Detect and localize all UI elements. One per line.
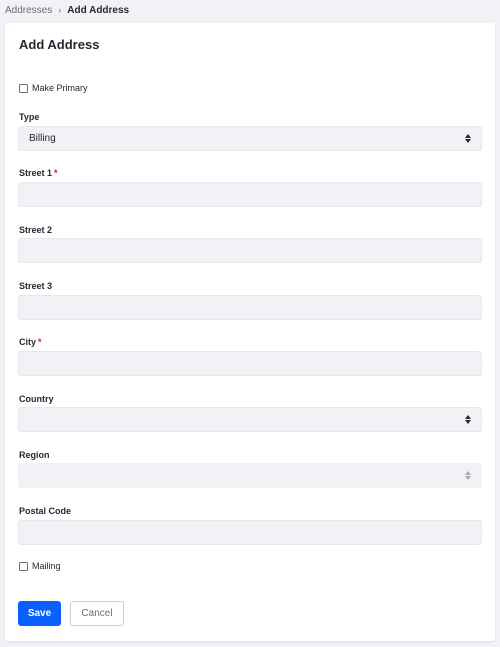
region-select[interactable] bbox=[18, 463, 482, 488]
breadcrumb: Addresses › Add Address bbox=[0, 0, 500, 20]
country-select[interactable] bbox=[18, 407, 482, 432]
select-arrows-icon bbox=[465, 415, 472, 425]
address-form-card: Add Address Make Primary Type Billing St… bbox=[5, 23, 495, 641]
postal-code-label: Postal Code bbox=[19, 506, 72, 516]
make-primary-row[interactable]: Make Primary bbox=[19, 83, 88, 93]
type-select[interactable]: Billing bbox=[18, 126, 482, 151]
street3-label: Street 3 bbox=[19, 281, 53, 291]
page-title: Add Address bbox=[19, 37, 100, 52]
region-label: Region bbox=[19, 450, 50, 460]
make-primary-checkbox[interactable] bbox=[19, 83, 28, 93]
required-asterisk: * bbox=[54, 168, 58, 178]
mailing-checkbox[interactable] bbox=[19, 561, 28, 571]
select-arrows-icon bbox=[465, 134, 472, 144]
street1-label: Street 1 * bbox=[19, 168, 58, 178]
street1-input[interactable] bbox=[18, 182, 482, 207]
street2-input[interactable] bbox=[18, 238, 482, 263]
city-input[interactable] bbox=[18, 351, 482, 376]
country-label: Country bbox=[19, 394, 54, 404]
breadcrumb-current: Add Address bbox=[67, 4, 130, 16]
breadcrumb-link-addresses[interactable]: Addresses bbox=[5, 5, 52, 16]
chevron-right-icon: › bbox=[58, 5, 62, 15]
type-select-value: Billing bbox=[29, 133, 56, 144]
make-primary-label: Make Primary bbox=[32, 83, 88, 93]
city-label-text: City bbox=[19, 337, 37, 347]
select-arrows-icon bbox=[465, 471, 472, 481]
street1-label-text: Street 1 bbox=[19, 168, 53, 178]
city-label: City * bbox=[19, 337, 42, 347]
postal-code-input[interactable] bbox=[18, 520, 482, 545]
mailing-label: Mailing bbox=[32, 561, 61, 571]
required-asterisk: * bbox=[38, 337, 42, 347]
street2-label: Street 2 bbox=[19, 225, 53, 235]
mailing-row[interactable]: Mailing bbox=[19, 561, 61, 571]
type-label: Type bbox=[19, 112, 40, 122]
street3-input[interactable] bbox=[18, 295, 482, 320]
save-button[interactable]: Save bbox=[18, 601, 61, 626]
cancel-button[interactable]: Cancel bbox=[70, 601, 124, 626]
